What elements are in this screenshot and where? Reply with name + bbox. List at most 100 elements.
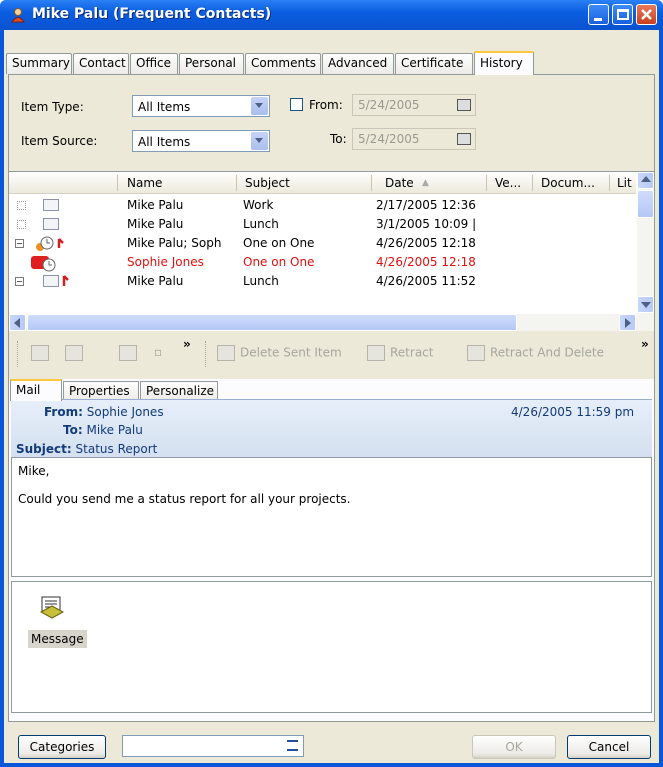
list-icon[interactable] — [287, 740, 298, 751]
to-value: Mike Palu — [86, 423, 143, 437]
categories-input[interactable] — [122, 735, 304, 757]
toolbar-grip[interactable] — [17, 341, 20, 367]
to-label: To: — [330, 132, 347, 146]
chevron-up-icon — [641, 176, 651, 182]
column-separator — [371, 175, 372, 191]
toolbar-overflow-icon[interactable]: » — [641, 337, 649, 351]
ok-button[interactable]: OK — [472, 735, 556, 759]
column-subject[interactable]: Subject — [245, 176, 290, 190]
cancel-button[interactable]: Cancel — [567, 735, 651, 759]
collapse-icon[interactable]: − — [15, 239, 24, 248]
preview-tabs: Mail Properties Personalize — [9, 379, 654, 401]
retract-button[interactable]: Retract — [367, 345, 433, 361]
column-library[interactable]: Lit — [617, 176, 632, 190]
row-subject: Work — [243, 198, 274, 212]
mail-envelope-icon — [43, 275, 59, 287]
attach-button[interactable] — [31, 345, 54, 361]
categories-button[interactable]: Categories — [18, 735, 106, 759]
tab-advanced[interactable]: Advanced — [322, 53, 394, 74]
tab-personal[interactable]: Personal — [179, 53, 244, 74]
retract-delete-icon — [467, 345, 485, 361]
contact-window: Mike Palu (Frequent Contacts) Summary Co… — [0, 0, 663, 767]
to-date-field[interactable]: 5/24/2005 — [352, 128, 476, 150]
item-source-value: All Items — [138, 135, 191, 149]
to-label: To: — [63, 423, 83, 437]
chevron-down-icon[interactable] — [251, 132, 268, 150]
attachment-label[interactable]: Message — [28, 630, 87, 648]
contact-card-icon — [11, 8, 25, 23]
maximize-button[interactable] — [612, 4, 633, 25]
print-item-button[interactable] — [119, 345, 142, 361]
item-type-value: All Items — [138, 100, 191, 114]
close-button[interactable] — [636, 4, 657, 25]
scroll-right-button[interactable] — [619, 314, 636, 331]
tab-certificate[interactable]: Certificate — [395, 53, 473, 74]
mail-header: From: Sophie Jones To: Mike Palu Subject… — [11, 399, 652, 457]
tab-contact[interactable]: Contact — [73, 53, 129, 74]
tab-comments[interactable]: Comments — [245, 53, 321, 74]
history-panel: Item Type: All Items Item Source: All It… — [8, 74, 655, 722]
tab-history[interactable]: History — [474, 51, 534, 75]
chevron-down-icon — [641, 302, 651, 308]
mail-envelope-icon — [43, 199, 59, 211]
calendar-icon[interactable] — [457, 99, 471, 111]
table-row[interactable]: Sophie Jones One on One 4/26/2005 12:18 — [9, 253, 636, 272]
column-version[interactable]: Ve... — [495, 176, 521, 190]
row-date: 3/1/2005 10:09 | — [376, 217, 477, 231]
chevron-down-icon[interactable] — [251, 97, 268, 115]
vertical-scrollbar[interactable] — [637, 172, 654, 315]
scroll-down-button[interactable] — [637, 296, 654, 313]
list-header: Name Subject Date ▲ Ve... Docum... Lit — [9, 172, 636, 194]
from-checkbox[interactable] — [290, 98, 303, 111]
table-row[interactable]: − Mike Palu Lunch 4/26/2005 11:52 — [9, 272, 636, 291]
calendar-icon[interactable] — [457, 133, 471, 145]
history-list: Name Subject Date ▲ Ve... Docum... Lit M… — [9, 171, 654, 331]
from-date-field[interactable]: 5/24/2005 — [352, 94, 476, 116]
item-source-dropdown[interactable]: All Items — [132, 130, 270, 152]
row-subject: One on One — [243, 236, 315, 250]
tab-personalize[interactable]: Personalize — [140, 381, 218, 401]
scroll-thumb[interactable] — [27, 314, 517, 331]
row-name: Mike Palu — [127, 217, 184, 231]
item-type-dropdown[interactable]: All Items — [132, 95, 270, 117]
subject-value: Status Report — [75, 442, 158, 456]
scroll-thumb[interactable] — [637, 190, 654, 218]
more-button[interactable]: ▫ — [154, 345, 162, 359]
column-date[interactable]: Date — [385, 176, 414, 190]
scroll-up-button[interactable] — [637, 172, 654, 189]
attach-link-button[interactable] — [65, 345, 88, 361]
tab-summary[interactable]: Summary — [6, 53, 72, 74]
retract-and-delete-button[interactable]: Retract And Delete — [467, 345, 604, 361]
close-icon — [641, 9, 652, 20]
column-name[interactable]: Name — [127, 176, 162, 190]
row-date: 4/26/2005 12:18 — [376, 236, 476, 250]
scroll-left-button[interactable] — [9, 314, 26, 331]
column-separator — [609, 175, 610, 191]
row-date: 4/26/2005 11:52 — [376, 274, 476, 288]
document-icon — [119, 345, 137, 361]
toolbar-grip[interactable] — [205, 341, 208, 367]
table-row[interactable]: Mike Palu Work 2/17/2005 12:36 — [9, 196, 636, 215]
column-document[interactable]: Docum... — [541, 176, 595, 190]
tab-mail[interactable]: Mail — [10, 379, 62, 401]
tab-properties[interactable]: Properties — [63, 381, 139, 401]
message-attachment-icon[interactable] — [39, 596, 65, 620]
subject-row: Subject: Status Report — [16, 442, 157, 456]
tab-office[interactable]: Office — [130, 53, 178, 74]
minimize-button[interactable] — [588, 4, 609, 25]
table-row[interactable]: − Mike Palu; Soph One on One 4/26/2005 1… — [9, 234, 636, 253]
table-row[interactable]: Mike Palu Lunch 3/1/2005 10:09 | — [9, 215, 636, 234]
collapse-icon[interactable]: − — [15, 277, 24, 286]
body-line: Mike, — [18, 464, 50, 478]
horizontal-scrollbar[interactable] — [9, 314, 654, 331]
tree-indent-icon — [17, 220, 26, 229]
toolbar-overflow-icon[interactable]: » — [183, 337, 191, 351]
item-type-label: Item Type: — [21, 100, 84, 114]
attachment-area: Message — [11, 581, 652, 713]
reply-arrow-icon — [62, 275, 69, 286]
delete-sent-item-button[interactable]: Delete Sent Item — [217, 345, 342, 361]
row-subject: One on One — [243, 255, 315, 269]
dialog-client: Summary Contact Office Personal Comments… — [4, 30, 659, 763]
message-body[interactable]: Mike, Could you send me a status report … — [11, 457, 652, 577]
title-bar[interactable]: Mike Palu (Frequent Contacts) — [0, 0, 663, 30]
